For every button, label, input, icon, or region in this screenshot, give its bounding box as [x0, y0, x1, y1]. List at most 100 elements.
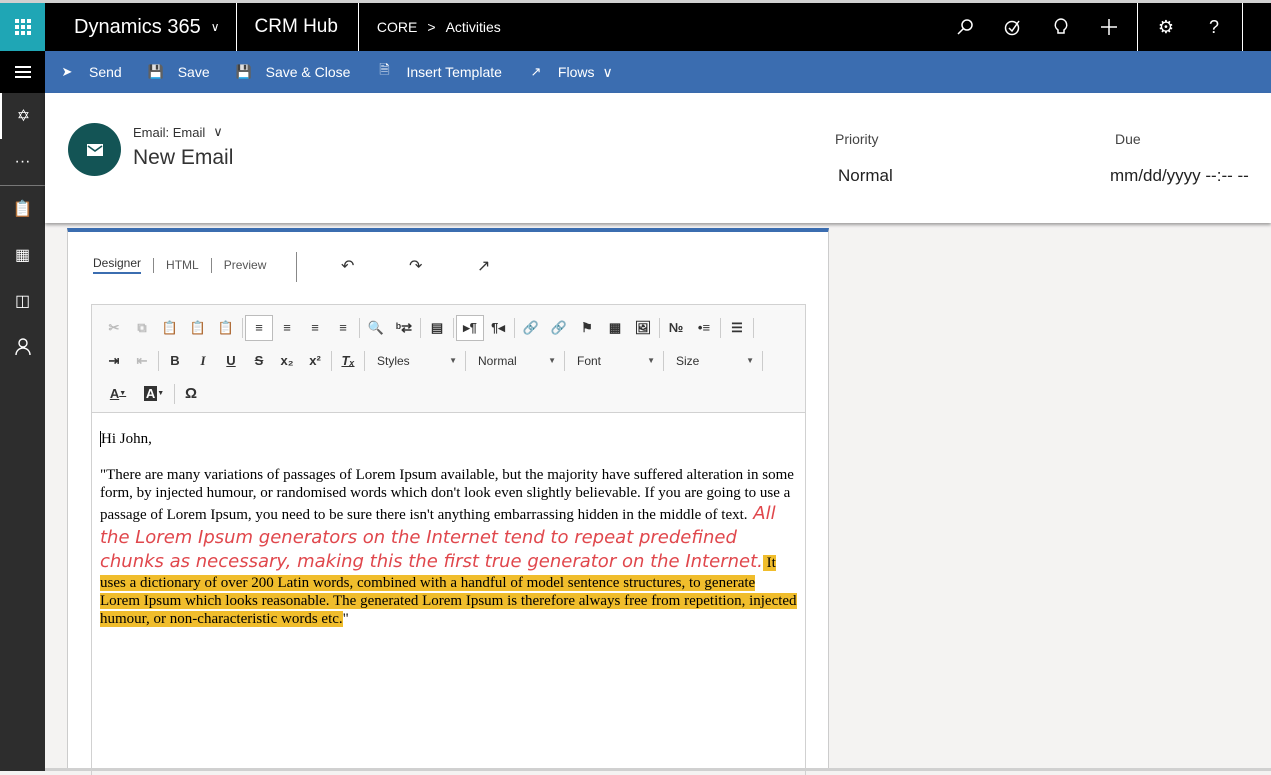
nav-puzzle[interactable]: ✡ — [0, 93, 45, 139]
form-selector[interactable]: Email: Email ∨ — [133, 124, 223, 140]
select-all-icon[interactable]: ▤ — [423, 315, 451, 341]
size-dropdown[interactable]: Size ▼ — [666, 348, 760, 374]
text-color-icon[interactable]: A ▼ — [100, 381, 136, 407]
divider — [210, 257, 212, 273]
expand-icon[interactable]: ↗ — [477, 256, 490, 276]
table-icon[interactable]: ▦ — [601, 315, 629, 341]
image-icon[interactable]: 🖼 — [629, 315, 657, 341]
justify-icon[interactable]: ≡ — [329, 315, 357, 341]
divider — [514, 317, 515, 338]
save-button[interactable]: 💾 Save — [134, 51, 222, 93]
chevron-down-icon: ∨ — [210, 20, 220, 34]
tab-preview[interactable]: Preview — [224, 258, 267, 272]
cut-icon[interactable]: ✂ — [100, 315, 128, 341]
divider — [364, 350, 365, 371]
app-switcher[interactable]: Dynamics 365 ∨ — [45, 3, 237, 51]
outdent-icon[interactable]: ⇤ — [128, 348, 156, 374]
subscript-icon[interactable]: x₂ — [273, 348, 301, 374]
copy-icon[interactable]: ⧉ — [128, 315, 156, 341]
task-icon[interactable] — [989, 3, 1037, 51]
paste-word-icon[interactable]: 📋 — [184, 315, 212, 341]
ltr-icon[interactable]: ▸¶ — [456, 314, 484, 341]
save-close-icon: 💾 — [235, 64, 252, 79]
email-avatar — [68, 123, 121, 176]
remove-format-icon[interactable]: Tₓ — [334, 348, 362, 374]
due-field[interactable]: mm/dd/yyyy --:-- -- — [1110, 166, 1249, 186]
flows-button[interactable]: ↗ Flows ∨ — [514, 51, 625, 93]
replace-icon[interactable]: ᵇ⇄ — [390, 315, 418, 341]
font-dropdown[interactable]: Font ▼ — [567, 348, 661, 374]
find-icon[interactable]: 🔍 — [362, 315, 390, 341]
divider — [659, 317, 660, 338]
editor-toolbar: ✂ ⧉ 📋 📋 📋 ≡ ≡ ≡ ≡ 🔍 ᵇ⇄ ▤ ▸¶ ¶◂ 🔗 🔗 ⚑ ▦ 🖼… — [92, 305, 805, 413]
hub-name[interactable]: CRM Hub — [237, 3, 359, 51]
styles-dropdown[interactable]: Styles ▼ — [367, 348, 463, 374]
top-bar: Dynamics 365 ∨ CRM Hub CORE > Activities… — [0, 0, 1271, 51]
plus-icon[interactable] — [1085, 3, 1133, 51]
background-color-icon[interactable]: A ▼ — [136, 381, 172, 407]
indent-icon[interactable]: ⇥ — [100, 348, 128, 374]
nav-more[interactable]: ··· — [0, 139, 45, 185]
breadcrumb-activities[interactable]: Activities — [446, 19, 501, 35]
undo-icon[interactable]: ↶ — [341, 256, 354, 276]
help-icon[interactable]: ? — [1190, 3, 1238, 51]
search-icon[interactable] — [941, 3, 989, 51]
email-body[interactable]: Hi John, "There are many variations of p… — [92, 413, 805, 663]
clipboard-icon: 📋 — [12, 201, 33, 218]
tab-designer[interactable]: Designer — [93, 256, 142, 274]
gear-icon[interactable]: ⚙ — [1142, 3, 1190, 51]
chevron-down-icon: ∨ — [213, 124, 223, 139]
strikethrough-icon[interactable]: S — [245, 348, 273, 374]
divider — [153, 257, 155, 273]
format-dropdown[interactable]: Normal ▼ — [468, 348, 562, 374]
dropdown-arrow-icon: ▼ — [647, 356, 655, 365]
divider — [296, 252, 297, 282]
redo-icon[interactable]: ↷ — [409, 256, 422, 276]
superscript-icon[interactable]: x² — [301, 348, 329, 374]
special-char-icon[interactable]: Ω — [177, 381, 205, 407]
breadcrumb-separator: > — [427, 19, 436, 35]
unlink-icon[interactable]: 🔗 — [545, 315, 573, 341]
dropdown-arrow-icon: ▼ — [746, 356, 754, 365]
breadcrumb-core[interactable]: CORE — [377, 19, 417, 35]
underline-icon[interactable]: U — [217, 348, 245, 374]
nav-activities[interactable]: 📋 — [0, 186, 45, 232]
tab-html[interactable]: HTML — [166, 258, 199, 272]
due-label: Due — [1115, 131, 1141, 147]
priority-field[interactable]: Normal — [838, 166, 893, 186]
numbered-list-icon[interactable]: № — [662, 315, 690, 341]
nav-dashboard[interactable]: ▦ — [0, 232, 45, 278]
send-label: Send — [89, 64, 122, 80]
hamburger-icon — [14, 63, 31, 81]
rtl-icon[interactable]: ¶◂ — [484, 315, 512, 341]
template-icon: 🗎 — [379, 62, 390, 77]
app-launcher-button[interactable] — [0, 3, 45, 51]
align-center-icon[interactable]: ≡ — [273, 315, 301, 341]
italic-icon[interactable]: I — [189, 348, 217, 374]
menu-button[interactable] — [0, 51, 45, 93]
save-close-button[interactable]: 💾 Save & Close — [222, 51, 363, 93]
bold-icon[interactable]: B — [161, 348, 189, 374]
left-nav: ✡ ··· 📋 ▦ ◫ — [0, 51, 45, 771]
align-left-icon[interactable]: ≡ — [245, 314, 273, 341]
editor-tabs: Designer HTML Preview — [93, 256, 266, 274]
font-label: Font — [577, 353, 602, 368]
insert-template-button[interactable]: 🗎 Insert Template — [362, 51, 513, 93]
nav-records[interactable]: ◫ — [0, 278, 45, 324]
horizontal-line-icon[interactable]: ☰ — [723, 315, 751, 341]
paste-icon[interactable]: 📋 — [156, 315, 184, 341]
lightbulb-icon[interactable] — [1037, 3, 1085, 51]
divider — [753, 317, 754, 338]
divider — [663, 350, 664, 371]
divider — [242, 317, 243, 338]
bulleted-list-icon[interactable]: •≡ — [690, 315, 718, 341]
save-close-label: Save & Close — [265, 64, 351, 80]
link-icon[interactable]: 🔗 — [517, 315, 545, 341]
anchor-flag-icon[interactable]: ⚑ — [573, 315, 601, 341]
send-button[interactable]: ➤ Send — [45, 51, 134, 93]
plain-text: "There are many variations of passages o… — [100, 467, 794, 523]
align-right-icon[interactable]: ≡ — [301, 315, 329, 341]
nav-contacts[interactable] — [0, 324, 45, 370]
app-name: Dynamics 365 — [74, 15, 201, 38]
paste-text-icon[interactable]: 📋 — [212, 315, 240, 341]
